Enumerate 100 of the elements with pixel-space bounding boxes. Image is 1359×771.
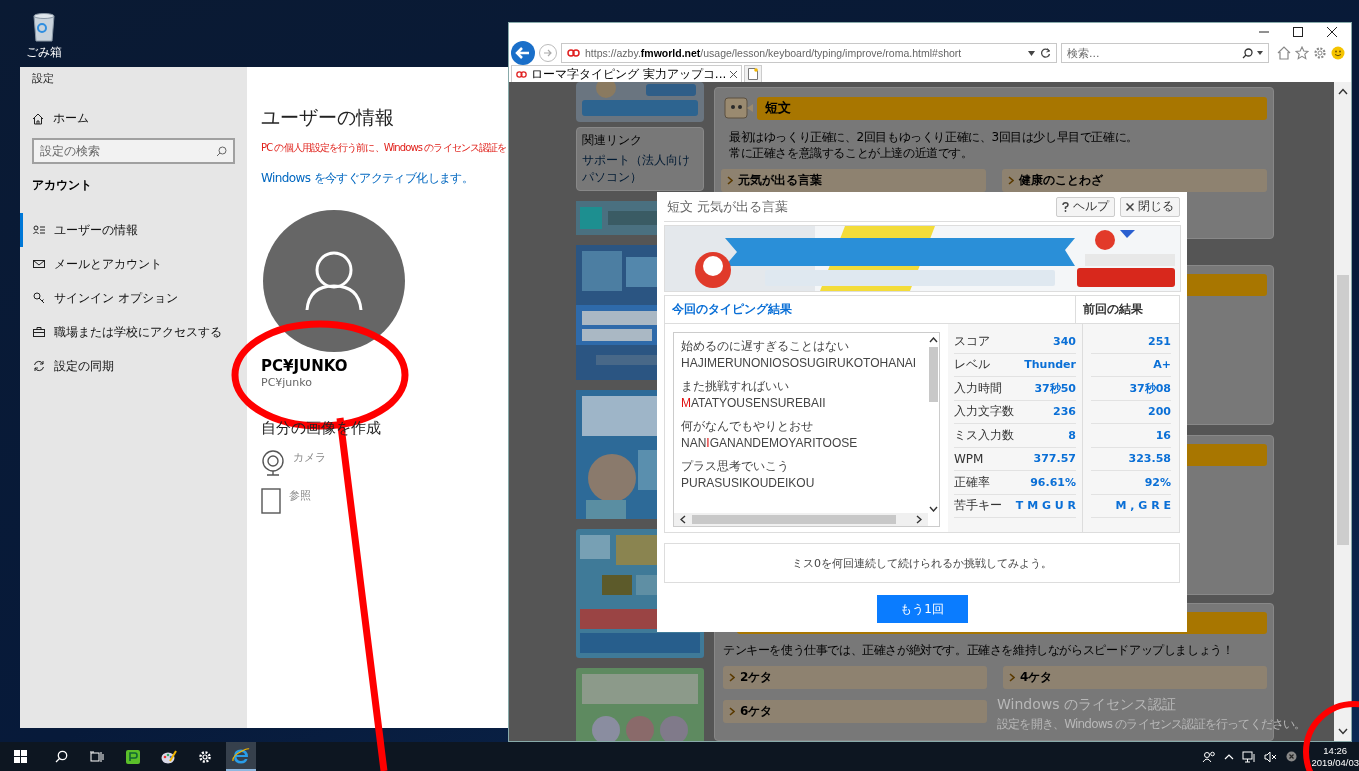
stat-value: 37秒08	[1129, 380, 1171, 396]
dropdown-icon[interactable]	[1028, 50, 1035, 56]
refresh-icon[interactable]	[1040, 47, 1051, 59]
option-label[interactable]: カメラ	[293, 450, 326, 465]
close-icon[interactable]	[1327, 27, 1337, 37]
nav-item[interactable]: メールとアカウント	[20, 247, 235, 281]
address-bar[interactable]: https://azby.fmworld.net/usage/lesson/keyboard/typing/improve/roma.html#short	[561, 43, 1057, 63]
rings-icon	[567, 49, 580, 57]
search-field[interactable]: 設定の検索	[32, 138, 235, 164]
chevron-up-icon[interactable]	[1224, 753, 1235, 760]
new-tab-button[interactable]	[744, 65, 763, 82]
results-heading: 前回の結果	[1075, 296, 1179, 323]
dropdown-icon[interactable]	[1257, 51, 1263, 55]
romaji-text: PURASUSIKOUDEIKOU	[681, 475, 816, 492]
maximize-icon[interactable]	[1293, 27, 1303, 37]
desktop-icon-label[interactable]: ごみ箱	[26, 44, 62, 61]
lesson-link[interactable]: 2ケタ	[723, 666, 987, 689]
search-field[interactable]: 検索...	[1061, 43, 1269, 63]
romaji-text: HAJIMERUNONIOSOSUGIRUKOTOHANAI	[681, 355, 918, 372]
scrollbar[interactable]	[1334, 82, 1351, 741]
results-heading: 今回のタイピング結果	[671, 301, 793, 318]
user-name: PC¥JUNKO	[261, 357, 348, 375]
search-field[interactable]: 検索...	[1067, 46, 1238, 60]
smiley-icon[interactable]	[1331, 46, 1345, 60]
retry-button[interactable]: もう1回	[876, 595, 968, 623]
warning-text: PC の個人用設定を行う前に、Windows のライセンス認証を	[261, 141, 507, 155]
activate-link[interactable]: Windows を今すぐアクティブ化します。	[261, 170, 474, 187]
stat-value: 16	[1155, 428, 1171, 442]
settings-icon[interactable]	[1313, 46, 1327, 60]
new-page-icon	[748, 68, 759, 80]
mail-icon	[33, 258, 45, 270]
network-icon[interactable]	[1242, 750, 1257, 763]
section-description: 最初はゆっくり正確に、2回目もゆっくり正確に、3回目は少し早目で正確に。 常に正確さを意識することが上達の近道です。	[729, 129, 1139, 161]
link[interactable]: サポート（法人向けパソコン）	[582, 152, 698, 186]
stat-value: 96.61%	[1030, 475, 1076, 489]
search-field[interactable]: 設定の検索	[40, 144, 216, 158]
home-nav-item[interactable]: ホーム	[32, 110, 235, 127]
paint-palette-icon	[161, 749, 177, 764]
lesson-link[interactable]: 健康のことわざ	[1002, 169, 1267, 192]
stat-value: 37秒50	[1034, 380, 1076, 396]
stat-value: 340	[1053, 334, 1076, 348]
close-button[interactable]: 閉じる	[1120, 196, 1180, 217]
stat-label: レベル	[954, 356, 990, 374]
activation-notice-title: Windows のライセンス認証	[997, 696, 1176, 714]
document-icon[interactable]	[261, 488, 281, 514]
search-icon[interactable]	[1242, 47, 1253, 59]
section-description: テンキーを使う仕事では、正確さが絶対です。正確さを維持しながらスピードアップしましょう！	[723, 642, 1235, 658]
help-button[interactable]: ヘルプ	[1056, 196, 1115, 217]
scroll-right-icon[interactable]	[916, 515, 922, 524]
stat-label: スコア	[954, 332, 990, 350]
lesson-link[interactable]: 6ケタ	[723, 700, 987, 723]
nav-item[interactable]: 設定の同期	[20, 349, 235, 383]
window-title: 設定	[32, 71, 55, 86]
section-title: 短文	[757, 96, 1267, 120]
option-label[interactable]: 参照	[289, 488, 311, 503]
romaji-text: MATATYOUSENSUREBAII	[681, 395, 827, 412]
stat-label: WPM	[954, 451, 984, 466]
stat-value: 377.57	[1033, 452, 1076, 466]
search-icon	[54, 750, 68, 763]
people-icon[interactable]	[1202, 750, 1217, 763]
nav-item[interactable]: サインイン オプション	[20, 281, 235, 315]
lesson-link[interactable]: 4ケタ	[1003, 666, 1267, 689]
stat-value: 251	[1148, 334, 1171, 348]
mascot-icon	[721, 94, 755, 122]
romaji-text: NANIGANANDEMOYARITOOSE	[681, 435, 859, 452]
chevron-icon	[729, 673, 735, 682]
chevron-icon	[729, 707, 735, 716]
sync-icon	[33, 360, 45, 372]
stat-label: 入力時間	[954, 379, 1002, 397]
star-icon[interactable]	[1295, 46, 1309, 60]
cross-circle-icon[interactable]	[1286, 751, 1298, 762]
clock[interactable]: 14:26 2019/04/03	[1311, 744, 1359, 769]
home-icon	[32, 112, 44, 125]
box-title: 関連リンク	[582, 132, 643, 149]
stat-value: 8	[1068, 428, 1076, 442]
stat-value: 236	[1053, 405, 1076, 419]
scroll-left-icon[interactable]	[680, 515, 686, 524]
scroll-up-icon[interactable]	[1337, 88, 1348, 95]
stat-value: M , G R E	[1115, 499, 1171, 513]
sentence-text: プラス思考でいこう	[681, 458, 790, 475]
scrollbar[interactable]	[674, 513, 928, 526]
nav-item[interactable]: 職場または学校にアクセスする	[20, 315, 235, 349]
browser-e-icon	[232, 746, 250, 765]
recycle-bin-icon[interactable]	[30, 12, 58, 42]
stat-label: 苦手キー	[954, 497, 1002, 515]
scroll-up-icon[interactable]	[929, 337, 938, 343]
nav-item[interactable]: ユーザーの情報	[20, 213, 235, 247]
close-icon[interactable]	[730, 70, 738, 78]
stat-label: ミス入力数	[954, 426, 1014, 444]
lesson-link[interactable]: 元気が出る言葉	[721, 169, 986, 192]
speaker-muted-icon[interactable]	[1264, 750, 1279, 763]
webcam-icon[interactable]	[261, 450, 285, 476]
browser-tab[interactable]: ローマ字タイピング 実力アップコ...	[511, 65, 743, 82]
scroll-down-icon[interactable]	[929, 506, 938, 512]
settings-icon	[198, 749, 212, 764]
key-icon	[33, 292, 45, 304]
home-icon[interactable]	[1277, 46, 1291, 60]
question-icon	[1062, 201, 1069, 212]
search-icon	[216, 145, 227, 157]
scroll-down-icon[interactable]	[1337, 728, 1348, 735]
